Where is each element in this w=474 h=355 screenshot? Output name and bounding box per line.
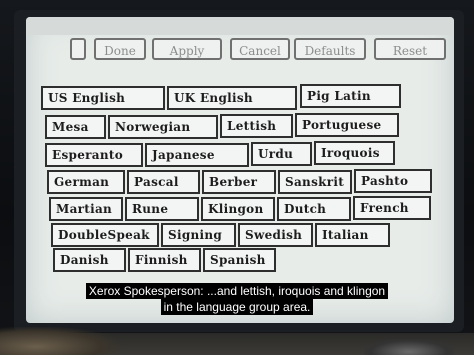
language-sanskrit[interactable]: Sanskrit (278, 170, 352, 194)
language-us-english[interactable]: US English (41, 86, 165, 110)
subtitle-caption: Xerox Spokesperson: ...and lettish, iroq… (0, 283, 474, 315)
photo-scene: Done Apply Cancel Defaults Reset US Engl… (0, 0, 474, 355)
language-lettish[interactable]: Lettish (220, 114, 293, 138)
desk-object-right (364, 339, 454, 355)
reset-button[interactable]: Reset (374, 38, 446, 60)
language-berber[interactable]: Berber (202, 170, 276, 194)
language-pashto[interactable]: Pashto (354, 169, 432, 193)
monitor-screen: Done Apply Cancel Defaults Reset US Engl… (26, 17, 454, 323)
subtitle-line-2: in the language group area. (160, 299, 314, 315)
language-danish[interactable]: Danish (53, 248, 126, 272)
language-german[interactable]: German (47, 170, 125, 194)
language-swedish[interactable]: Swedish (238, 223, 313, 247)
language-uk-english[interactable]: UK English (167, 86, 297, 110)
language-esperanto[interactable]: Esperanto (45, 143, 143, 167)
language-signing[interactable]: Signing (161, 223, 236, 247)
language-french[interactable]: French (353, 196, 431, 220)
language-martian[interactable]: Martian (49, 197, 123, 221)
language-japanese[interactable]: Japanese (145, 143, 249, 167)
done-button[interactable]: Done (94, 38, 146, 60)
language-portuguese[interactable]: Portuguese (295, 113, 399, 137)
language-pig-latin[interactable]: Pig Latin (300, 84, 401, 108)
language-norwegian[interactable]: Norwegian (108, 115, 218, 139)
apply-button[interactable]: Apply (152, 38, 222, 60)
window-title-bar (26, 17, 454, 35)
language-finnish[interactable]: Finnish (128, 248, 201, 272)
language-pascal[interactable]: Pascal (127, 170, 200, 194)
cancel-button[interactable]: Cancel (230, 38, 290, 60)
language-mesa[interactable]: Mesa (45, 115, 106, 139)
language-rune[interactable]: Rune (125, 197, 199, 221)
language-doublespeak[interactable]: DoubleSpeak (51, 223, 159, 247)
defaults-button[interactable]: Defaults (294, 38, 366, 60)
language-urdu[interactable]: Urdu (251, 142, 312, 166)
language-iroquois[interactable]: Iroquois (314, 141, 395, 165)
desk-object-left (0, 327, 120, 355)
subtitle-line-1: Xerox Spokesperson: ...and lettish, iroq… (85, 283, 389, 299)
language-klingon[interactable]: Klingon (201, 197, 275, 221)
language-dutch[interactable]: Dutch (277, 197, 351, 221)
toolbar-handle[interactable] (70, 38, 86, 60)
language-spanish[interactable]: Spanish (203, 248, 276, 272)
language-italian[interactable]: Italian (315, 223, 390, 247)
